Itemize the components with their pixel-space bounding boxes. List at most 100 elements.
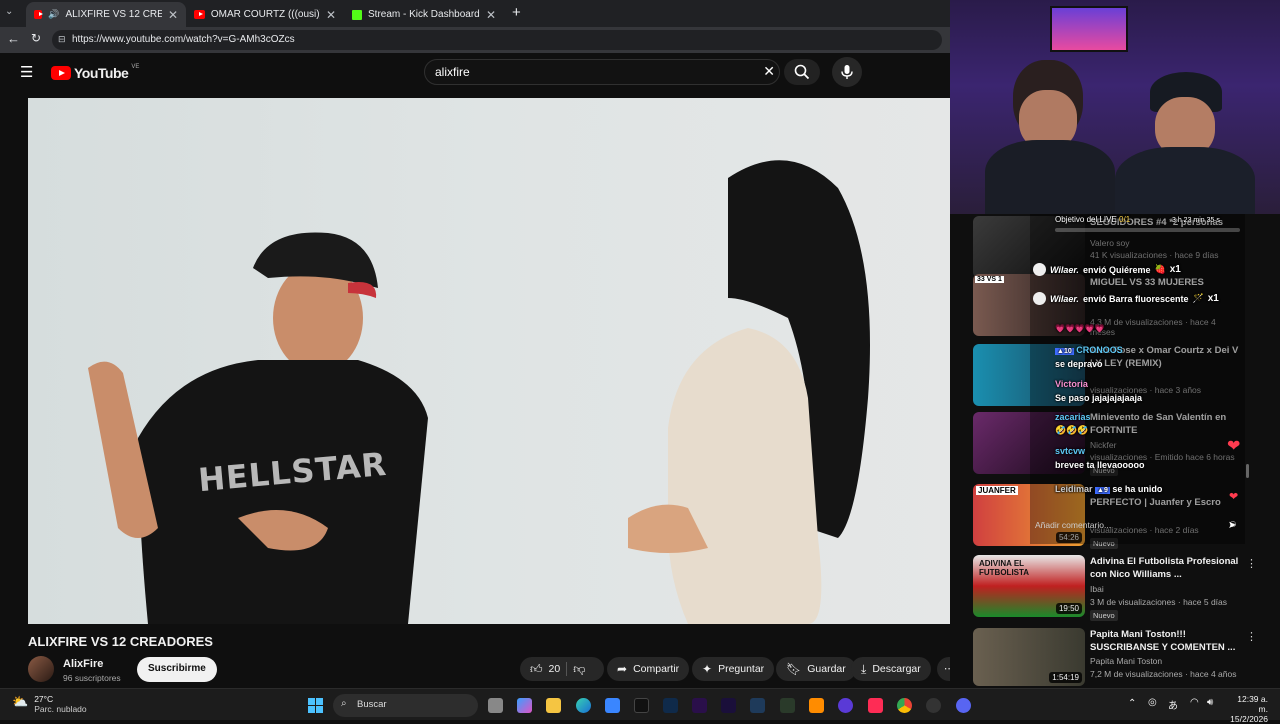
heart-icon[interactable]: ❤ xyxy=(1227,436,1240,456)
avatar xyxy=(1033,263,1046,276)
app-icon[interactable] xyxy=(780,698,795,713)
chat-text: brevee ta llevaooooo xyxy=(1055,460,1145,470)
chat-username: Victoria xyxy=(1055,379,1088,389)
save-button[interactable]: 🔖︎ Guardar xyxy=(776,657,856,681)
vlc-icon[interactable] xyxy=(809,698,824,713)
tab-omar-courtz[interactable]: OMAR COURTZ (((ousi))) x KARBe ✕ xyxy=(186,2,344,27)
gift-message: Wilaer. envió Quiéreme 🍓 x1 xyxy=(1033,263,1181,276)
url-text: https://www.youtube.com/watch?v=G-AMh3cO… xyxy=(72,34,295,45)
close-tab-icon[interactable]: ✕ xyxy=(326,8,336,22)
photoshop-icon[interactable] xyxy=(663,698,678,713)
goal-progress xyxy=(1055,228,1240,232)
tab-label: ALIXFIRE VS 12 CREADORES xyxy=(65,9,162,20)
gift-count: x1 xyxy=(1207,293,1219,304)
taskbar-search[interactable]: ⌕ Buscar xyxy=(333,694,478,717)
chat-username: zacarias xyxy=(1055,412,1091,422)
wifi-icon[interactable]: ◠ xyxy=(1190,697,1199,708)
gift-text: envió Barra fluorescente xyxy=(1082,293,1189,304)
language-icon[interactable]: あ xyxy=(1168,697,1178,712)
like-count: 20 xyxy=(548,663,561,675)
youtube-wordmark: YouTube xyxy=(74,65,129,81)
person-right xyxy=(1115,72,1255,214)
heart-icon[interactable]: ❤ xyxy=(1229,490,1238,503)
task-view-icon[interactable] xyxy=(488,698,503,713)
like-button[interactable]: 👍︎ 20 xyxy=(530,662,560,677)
sidebar-scrollbar[interactable] xyxy=(1246,464,1249,478)
channel-avatar[interactable] xyxy=(28,656,54,682)
tab-alixfire[interactable]: 🔊 ALIXFIRE VS 12 CREADORES ✕ xyxy=(26,2,186,27)
chrome-icon[interactable] xyxy=(897,698,912,713)
live-timer: 3 h 23 min 35 s xyxy=(1172,217,1220,224)
more-vertical-icon[interactable]: ⋮ xyxy=(1246,557,1257,570)
ask-button[interactable]: ✦ Preguntar xyxy=(692,657,775,681)
obs-icon[interactable] xyxy=(926,698,941,713)
search-value: alixfire xyxy=(435,65,470,79)
store-icon[interactable] xyxy=(605,698,620,713)
tiktok-live-icon[interactable] xyxy=(868,698,883,713)
bookmark-icon: 🔖︎ xyxy=(786,662,802,676)
send-icon[interactable]: ➤ xyxy=(1228,520,1236,531)
close-tab-icon[interactable]: ✕ xyxy=(168,8,178,22)
tab-kick-dashboard[interactable]: Stream - Kick Dashboard ✕ xyxy=(344,2,504,27)
tab-list-icon[interactable]: ⌄ xyxy=(5,6,13,17)
new-tab-icon[interactable]: + xyxy=(512,4,521,21)
voice-search-button[interactable] xyxy=(832,57,862,87)
close-tab-icon[interactable]: ✕ xyxy=(486,8,496,22)
chat-message: svtcvw brevee ta llevaooooo xyxy=(1055,444,1145,472)
channel-name[interactable]: AlixFire xyxy=(63,658,103,670)
comment-placeholder: Añadir comentario... xyxy=(1035,520,1112,530)
video-player[interactable]: HELLSTAR xyxy=(28,98,950,624)
video-title: ALIXFIRE VS 12 CREADORES xyxy=(28,634,213,649)
video-thumbnail: 1:54:19 xyxy=(973,628,1085,686)
recommendation-title: Adivina El Futbolista Profesional con Ni… xyxy=(1090,556,1239,580)
video-duration: 19:50 xyxy=(1055,603,1082,614)
share-button[interactable]: ➦ Compartir xyxy=(607,657,690,681)
premiere-icon[interactable] xyxy=(692,698,707,713)
app-icon[interactable] xyxy=(750,698,765,713)
taskbar-search-label: Buscar xyxy=(357,699,387,710)
search-input[interactable]: alixfire ✕ xyxy=(424,59,780,85)
after-effects-icon[interactable] xyxy=(721,698,736,713)
network-icon[interactable]: ◎ xyxy=(1148,697,1157,708)
tiktok-icon[interactable] xyxy=(634,698,649,713)
chevron-up-icon[interactable]: ⌃ xyxy=(1128,698,1136,709)
recommendation-channel: Ibai xyxy=(1090,584,1104,594)
chat-text: se depravo xyxy=(1055,359,1103,369)
thumbs-down-icon[interactable]: 👎︎ xyxy=(573,662,585,677)
thumbnail-text: ADIVINA EL FUTBOLISTA xyxy=(979,559,1030,577)
start-button[interactable] xyxy=(308,698,323,713)
emoji-row: 💗💗💗💗💗 xyxy=(1055,324,1105,333)
clear-search-icon[interactable]: ✕ xyxy=(763,63,775,80)
subscribe-button[interactable]: Suscribirme xyxy=(137,657,217,682)
tab-label: OMAR COURTZ (((ousi))) x KARBe xyxy=(210,9,320,20)
recommendation-title: Papita Mani Toston!!! SUSCRIBANSE Y COME… xyxy=(1090,629,1236,653)
gift-count: x1 xyxy=(1169,264,1181,275)
recommendation-meta: 3 M de visualizaciones · hace 5 días xyxy=(1090,597,1228,607)
edge-icon[interactable] xyxy=(576,698,591,713)
copilot-icon[interactable] xyxy=(517,698,532,713)
volume-icon[interactable]: 🔊︎ xyxy=(1207,697,1213,708)
discord-icon[interactable] xyxy=(956,698,971,713)
reload-icon[interactable]: ↻ xyxy=(31,31,41,45)
kick-favicon-icon xyxy=(352,9,362,20)
gift-user: Wilaer. xyxy=(1050,293,1079,304)
file-explorer-icon[interactable] xyxy=(546,698,561,713)
ask-label: Preguntar xyxy=(718,663,765,675)
microphone-icon xyxy=(841,65,853,79)
speaker-icon: 🔊 xyxy=(48,9,60,19)
site-info-icon[interactable]: ⊟ xyxy=(58,34,66,45)
chat-text: 🤣🤣🤣 xyxy=(1055,425,1089,435)
back-arrow-icon[interactable]: ← xyxy=(7,31,20,46)
youtube-logo[interactable]: YouTube VE xyxy=(51,64,139,81)
app-icon[interactable] xyxy=(838,698,853,713)
level-badge: ▲10 xyxy=(1055,348,1074,355)
more-vertical-icon[interactable]: ⋮ xyxy=(1246,630,1257,643)
menu-icon[interactable]: ☰ xyxy=(20,63,33,81)
download-button[interactable]: ⤓ Descargar xyxy=(851,657,931,681)
new-badge: Nuevo xyxy=(1090,610,1118,621)
search-button[interactable] xyxy=(784,59,820,85)
recommendation-meta: 7,2 M de visualizaciones · hace 4 años xyxy=(1090,669,1237,679)
comment-input[interactable]: Añadir comentario... ☺ xyxy=(1030,516,1238,536)
weather-widget[interactable]: ⛅ 27°C Parc. nublado xyxy=(12,694,87,714)
url-field[interactable]: ⊟ https://www.youtube.com/watch?v=G-AMh3… xyxy=(52,30,942,50)
